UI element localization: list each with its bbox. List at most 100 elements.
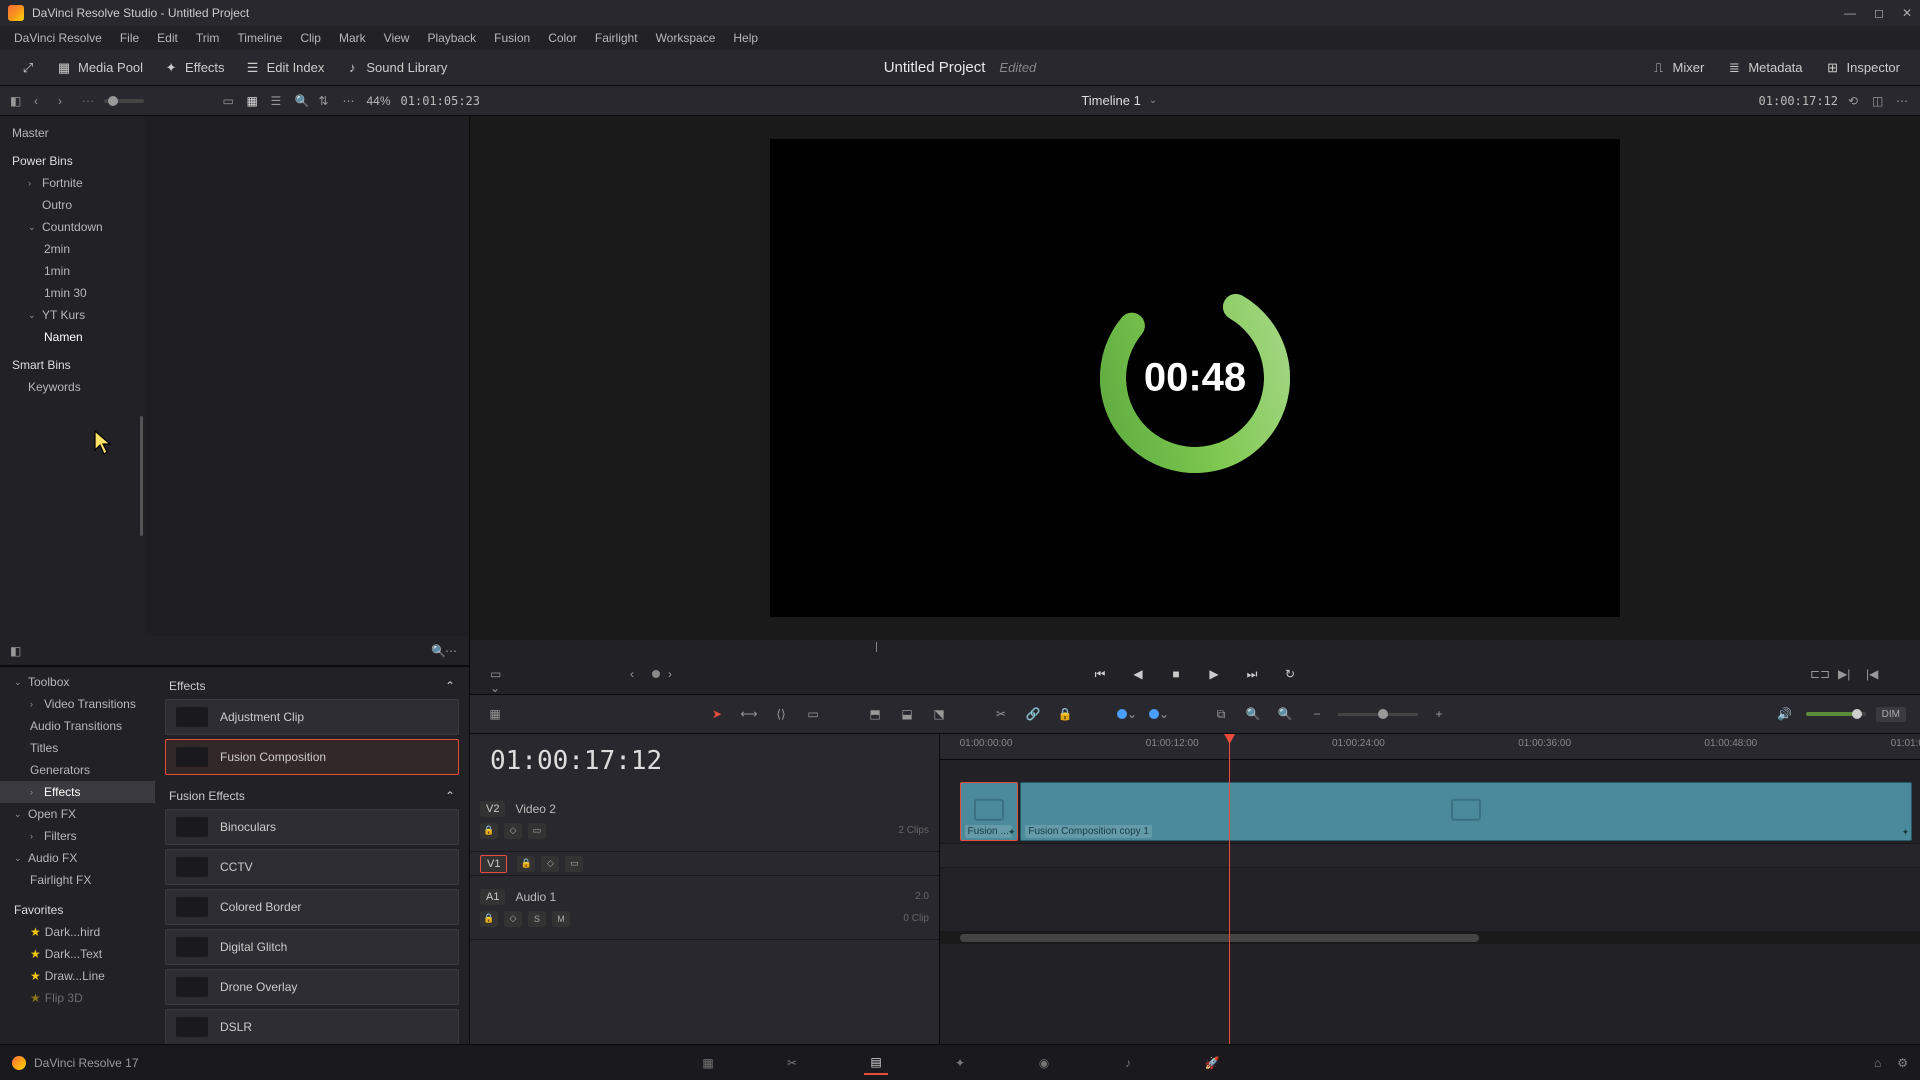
fx-video-transitions[interactable]: ›Video Transitions xyxy=(0,693,155,715)
inspector-toggle[interactable]: ⊞Inspector xyxy=(1815,56,1910,80)
link-icon[interactable]: 🔗 xyxy=(1022,703,1044,725)
fav-item[interactable]: ★Flip 3D xyxy=(0,987,155,1009)
bin-ytkurs[interactable]: ⌄YT Kurs xyxy=(0,304,145,326)
trim-tool-icon[interactable]: ⟷ xyxy=(738,703,760,725)
insert-mode-icon[interactable]: ▭ ⌄ xyxy=(490,667,504,681)
selection-tool-icon[interactable]: ➤ xyxy=(706,703,728,725)
fx-drone-overlay[interactable]: Drone Overlay xyxy=(165,969,459,1005)
sort-icon[interactable]: ⇅ xyxy=(318,94,332,108)
track-v1[interactable] xyxy=(940,844,1920,868)
minimize-button[interactable]: — xyxy=(1844,6,1856,20)
menu-workspace[interactable]: Workspace xyxy=(648,29,724,47)
timeline-timecode[interactable]: 01:00:17:12 xyxy=(470,734,939,788)
mixer-toggle[interactable]: ⎍Mixer xyxy=(1641,56,1715,80)
fx-fairlight[interactable]: Fairlight FX xyxy=(0,869,155,891)
bypass-icon[interactable]: ⟲ xyxy=(1848,94,1862,108)
track-v2[interactable]: Fusion ...✦ Fusion Composition copy 1✦ xyxy=(940,780,1920,844)
close-button[interactable]: ✕ xyxy=(1902,6,1912,20)
panel-toggle-icon[interactable]: ◧ xyxy=(10,94,24,108)
fx-digital-glitch[interactable]: Digital Glitch xyxy=(165,929,459,965)
bin-1min[interactable]: 1min xyxy=(0,260,145,282)
prev-edit-icon[interactable]: ‹ xyxy=(630,667,644,681)
menu-edit[interactable]: Edit xyxy=(149,29,186,47)
zoom-fit-icon[interactable]: 🔍 xyxy=(1242,703,1264,725)
panel-layout-icon[interactable]: ◧ xyxy=(10,644,24,658)
fx-filters[interactable]: ›Filters xyxy=(0,825,155,847)
viewer-options-icon[interactable]: ⋯ xyxy=(1896,94,1910,108)
sound-library-toggle[interactable]: ♪Sound Library xyxy=(334,56,457,80)
fx-generators[interactable]: Generators xyxy=(0,759,155,781)
menu-timeline[interactable]: Timeline xyxy=(229,29,290,47)
menu-fusion[interactable]: Fusion xyxy=(486,29,538,47)
project-settings-icon[interactable]: ⚙ xyxy=(1897,1056,1908,1070)
bin-2min[interactable]: 2min xyxy=(0,238,145,260)
search-icon[interactable]: 🔍 xyxy=(294,94,308,108)
effects-toggle[interactable]: ✦Effects xyxy=(153,56,235,80)
last-clip-icon[interactable]: |◀ xyxy=(1866,667,1880,681)
next-edit-icon[interactable]: › xyxy=(668,667,682,681)
zoom-in-icon[interactable]: + xyxy=(1428,703,1450,725)
speaker-icon[interactable]: 🔊 xyxy=(1774,703,1796,725)
timeline-name[interactable]: Timeline 1 xyxy=(1081,93,1140,108)
step-back-button[interactable]: ◀ xyxy=(1128,664,1148,684)
view-strip-icon[interactable]: ▭ xyxy=(222,94,236,108)
menu-file[interactable]: File xyxy=(112,29,147,47)
cut-page-icon[interactable]: ✂ xyxy=(780,1051,804,1075)
fx-toolbox[interactable]: ⌄Toolbox xyxy=(0,671,155,693)
blade-edit-icon[interactable]: ✂ xyxy=(990,703,1012,725)
menu-mark[interactable]: Mark xyxy=(331,29,374,47)
expand-button[interactable]: ⤢ xyxy=(10,56,46,80)
dim-button[interactable]: DIM xyxy=(1876,707,1906,722)
timeline-scrollbar[interactable] xyxy=(940,932,1920,944)
fx-colored-border[interactable]: Colored Border xyxy=(165,889,459,925)
track-head-v1[interactable]: V1🔒◇▭ xyxy=(470,852,939,876)
menu-fairlight[interactable]: Fairlight xyxy=(587,29,646,47)
nav-back-icon[interactable]: ‹ xyxy=(34,94,48,108)
insert-clip-icon[interactable]: ⬒ xyxy=(864,703,886,725)
fx-section-fusion[interactable]: Fusion Effects⌃ xyxy=(165,783,459,809)
metadata-toggle[interactable]: ≣Metadata xyxy=(1716,56,1812,80)
playhead[interactable] xyxy=(1229,734,1230,1044)
single-viewer-icon[interactable]: ◫ xyxy=(1872,94,1886,108)
overwrite-clip-icon[interactable]: ⬓ xyxy=(896,703,918,725)
clip-fusion-1[interactable]: Fusion ...✦ xyxy=(960,782,1019,841)
loop-button[interactable]: ↻ xyxy=(1280,664,1300,684)
fx-dslr[interactable]: DSLR xyxy=(165,1009,459,1044)
more-icon[interactable]: ⋯ xyxy=(445,644,459,658)
color-page-icon[interactable]: ◉ xyxy=(1032,1051,1056,1075)
search-icon[interactable]: 🔍 xyxy=(431,644,445,658)
edit-index-toggle[interactable]: ☰Edit Index xyxy=(235,56,335,80)
chevron-down-icon[interactable]: ⌄ xyxy=(1149,95,1157,106)
power-bins-header[interactable]: Power Bins xyxy=(0,144,145,172)
view-grid-icon[interactable]: ▦ xyxy=(246,94,260,108)
fav-item[interactable]: ★Draw...Line xyxy=(0,965,155,987)
zoom-tool-icon[interactable]: 🔍 xyxy=(1274,703,1296,725)
go-start-button[interactable]: ⏮ xyxy=(1090,664,1110,684)
track-head-a1[interactable]: A1Audio 12.0 🔒◇SM0 Clip xyxy=(470,876,939,940)
bin-keywords[interactable]: Keywords xyxy=(0,376,145,398)
bin-countdown[interactable]: ⌄Countdown xyxy=(0,216,145,238)
zoom-level[interactable]: 44% xyxy=(366,94,390,108)
fav-item[interactable]: ★Dark...Text xyxy=(0,943,155,965)
fx-favorites-header[interactable]: Favorites xyxy=(0,891,155,921)
match-frame-icon[interactable]: ⊏⊐ xyxy=(1810,667,1824,681)
bin-fortnite[interactable]: ›Fortnite xyxy=(0,172,145,194)
menu-davinci[interactable]: DaVinci Resolve xyxy=(6,29,110,47)
media-pool-toggle[interactable]: ▦Media Pool xyxy=(46,56,153,80)
media-page-icon[interactable]: ▦ xyxy=(696,1051,720,1075)
flag-icon[interactable]: ⌄ xyxy=(1148,703,1170,725)
fx-binoculars[interactable]: Binoculars xyxy=(165,809,459,845)
fx-audiofx[interactable]: ⌄Audio FX xyxy=(0,847,155,869)
fx-cctv[interactable]: CCTV xyxy=(165,849,459,885)
timeline-ruler[interactable]: 01:00:00:00 01:00:12:00 01:00:24:00 01:0… xyxy=(940,734,1920,760)
viewer[interactable]: 00:48 xyxy=(470,116,1920,640)
deliver-page-icon[interactable]: 🚀 xyxy=(1200,1051,1224,1075)
dynamic-trim-icon[interactable]: ⟨⟩ xyxy=(770,703,792,725)
nav-fwd-icon[interactable]: › xyxy=(58,94,72,108)
fav-item[interactable]: ★Dark...hird xyxy=(0,921,155,943)
play-button[interactable]: ▶ xyxy=(1204,664,1224,684)
bin-outro[interactable]: Outro xyxy=(0,194,145,216)
menu-help[interactable]: Help xyxy=(725,29,766,47)
clip-fusion-2[interactable]: Fusion Composition copy 1✦ xyxy=(1020,782,1912,841)
fx-section-effects[interactable]: Effects⌃ xyxy=(165,673,459,699)
